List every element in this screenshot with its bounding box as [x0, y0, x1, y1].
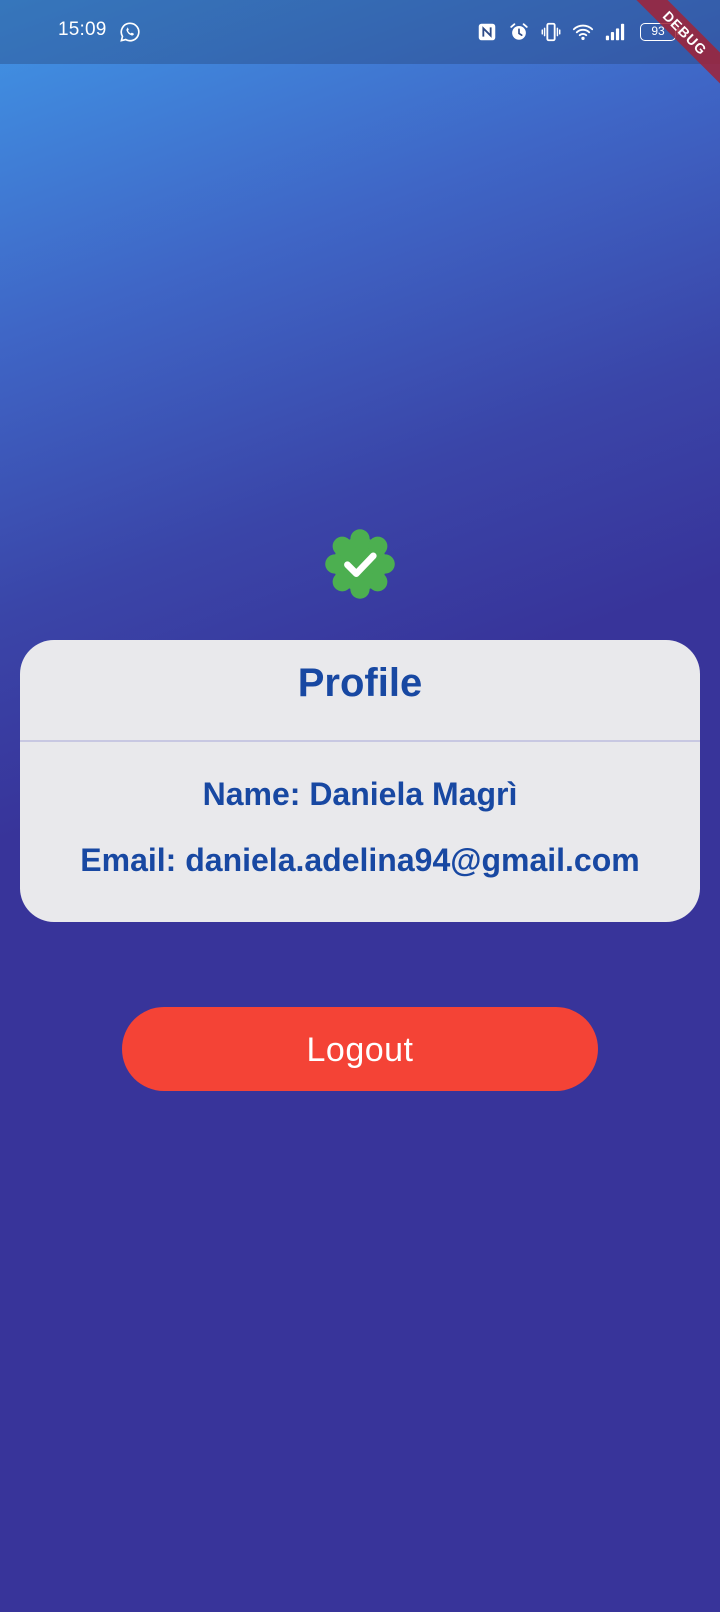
- card-divider: [20, 740, 700, 742]
- profile-email: Email: daniela.adelina94@gmail.com: [80, 842, 640, 878]
- vibrate-icon: [541, 22, 561, 42]
- profile-name: Name: Daniela Magrì: [202, 776, 518, 812]
- status-bar: 15:09 93: [0, 0, 720, 64]
- verified-check-icon: [325, 529, 395, 599]
- alarm-icon: [510, 23, 528, 40]
- profile-title: Profile: [297, 661, 423, 705]
- system-icons: 93: [476, 20, 680, 44]
- logout-button[interactable]: Logout: [122, 1007, 598, 1091]
- nfc-icon: [478, 23, 496, 41]
- profile-card: Profile Name: Daniela Magrì Email: danie…: [20, 640, 700, 922]
- signal-icon: [605, 23, 625, 41]
- profile-screen: 15:09 93 DEBUG Profile Name: Daniela Mag…: [0, 0, 720, 1612]
- wifi-icon: [572, 24, 594, 41]
- whatsapp-icon: [120, 22, 140, 42]
- status-time: 15:09: [58, 19, 107, 40]
